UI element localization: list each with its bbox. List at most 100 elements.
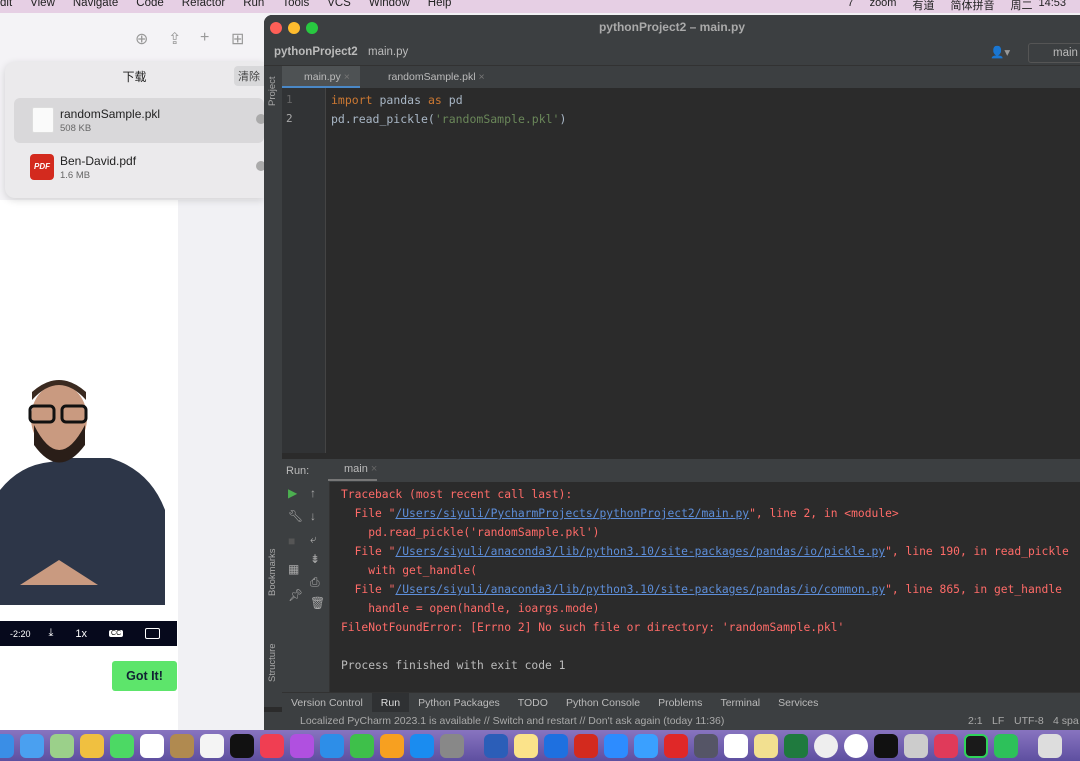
excel-icon[interactable] [784,733,808,758]
calendar-icon[interactable] [140,733,164,758]
menu-window[interactable]: Window [369,0,410,9]
new-tab-icon[interactable]: + [200,29,209,47]
downloads-icon[interactable]: ⊕ [135,29,148,49]
download-item[interactable]: randomSample.pkl 508 KB [14,98,266,143]
facetime-icon[interactable] [110,733,134,758]
keynote-icon[interactable] [320,733,344,758]
status-count[interactable]: 7 [847,0,853,13]
user-icon[interactable]: 👤▾ [990,45,1010,59]
notes-icon[interactable] [514,733,538,758]
stickies-icon[interactable] [754,733,778,758]
file-encoding[interactable]: UTF-8 [1014,712,1044,730]
clear-button[interactable]: 清除 [234,66,264,86]
pin-icon[interactable]: 📌︎ [288,588,303,602]
app-store-icon[interactable] [410,733,434,758]
breadcrumb-file[interactable]: main.py [368,46,408,58]
word-icon[interactable] [484,733,508,758]
app-icon[interactable] [844,733,868,758]
tv-icon[interactable] [230,733,254,758]
zoom-window-button[interactable] [306,22,318,34]
trash-icon[interactable] [1038,733,1062,758]
menu-refactor[interactable]: Refactor [182,0,225,9]
up-arrow-icon[interactable]: ↑ [310,486,316,500]
pdf-expert-icon[interactable] [574,733,598,758]
wrench-icon[interactable]: 🔧︎ [288,509,303,523]
youdao-status[interactable]: 有道 [912,0,934,13]
trash-icon[interactable]: 🗑︎ [310,596,325,610]
update-message[interactable]: Localized PyCharm 2023.1 is available //… [300,712,724,730]
down-arrow-icon[interactable]: ↓ [310,509,316,523]
tab-overview-icon[interactable]: ⊞ [231,29,244,49]
fullscreen-icon[interactable] [145,628,161,639]
tool-todo[interactable]: TODO [509,693,557,713]
stop-icon[interactable]: ■ [288,534,295,548]
zoom-status[interactable]: zoom [870,0,897,13]
file-link[interactable]: /Users/siyuli/anaconda3/lib/python3.10/s… [395,583,885,596]
file-link[interactable]: /Users/siyuli/anaconda3/lib/python3.10/s… [395,545,885,558]
app-icon[interactable] [934,733,958,758]
project-tool-button[interactable]: Project [267,76,278,106]
scroll-to-end-icon[interactable]: ⇟ [310,552,320,566]
reminders-icon[interactable] [200,733,224,758]
run-console[interactable]: Traceback (most recent call last): File … [341,485,1069,675]
photos-icon[interactable] [80,733,104,758]
menu-tools[interactable]: Tools [282,0,309,9]
code-editor[interactable]: import pandas as pd pd.read_pickle('rando… [331,91,566,129]
tool-python-packages[interactable]: Python Packages [409,693,509,713]
wechat-icon[interactable] [994,733,1018,758]
wps-icon[interactable] [724,733,748,758]
app-icon[interactable] [694,733,718,758]
numbers-icon[interactable] [350,733,374,758]
lark-icon[interactable] [544,733,568,758]
menu-code[interactable]: Code [136,0,164,9]
minimize-window-button[interactable] [288,22,300,34]
soft-wrap-icon[interactable]: ⤶ [310,532,317,547]
download-item[interactable]: PDF Ben-David.pdf 1.6 MB [14,145,266,190]
input-method[interactable]: 简体拼音 [950,0,994,13]
chrome-icon[interactable] [814,733,838,758]
spark-icon[interactable] [634,733,658,758]
got-it-button[interactable]: Got It! [112,661,177,691]
tool-terminal[interactable]: Terminal [711,693,769,713]
download-video-icon[interactable]: ⤓ [49,627,54,640]
pages-icon[interactable] [380,733,404,758]
tool-version-control[interactable]: Version Control [282,693,372,713]
menu-run[interactable]: Run [243,0,264,9]
terminal-icon[interactable] [874,733,898,758]
youdao-icon[interactable] [664,733,688,758]
tool-problems[interactable]: Problems [649,693,711,713]
structure-tool-button[interactable]: Structure [267,643,278,682]
cursor-position[interactable]: 2:1 [968,712,983,730]
menu-help[interactable]: Help [428,0,452,9]
preview-icon[interactable] [904,733,928,758]
maps-icon[interactable] [50,733,74,758]
tool-services[interactable]: Services [769,693,827,713]
run-config-selector[interactable]: main [1028,43,1080,63]
dock-app-icon[interactable] [0,733,14,758]
tool-python-console[interactable]: Python Console [557,693,649,713]
app-icon[interactable] [170,733,194,758]
line-separator[interactable]: LF [992,712,1004,730]
indent-setting[interactable]: 4 spa [1053,712,1079,730]
rerun-icon[interactable]: ▶ [288,486,297,500]
menu-edit[interactable]: dit [0,0,12,9]
menu-vcs[interactable]: VCS [327,0,351,9]
pycharm-icon[interactable] [964,733,988,758]
print-icon[interactable]: ⎙ [310,575,320,590]
bookmarks-tool-button[interactable]: Bookmarks [267,548,278,596]
layout-icon[interactable]: ▦ [288,562,299,576]
file-link[interactable]: /Users/siyuli/PycharmProjects/pythonProj… [395,507,749,520]
zoom-icon[interactable] [604,733,628,758]
speed-button[interactable]: 1x [75,628,87,640]
close-window-button[interactable] [270,22,282,34]
settings-icon[interactable] [440,733,464,758]
tab-main-py[interactable]: main.py × [282,66,360,88]
tab-randomsample-pkl[interactable]: randomSample.pkl × [366,66,485,88]
mail-icon[interactable] [20,733,44,758]
run-tab-main[interactable]: main × [328,459,378,481]
captions-button[interactable]: CC [109,630,124,637]
menu-navigate[interactable]: Navigate [73,0,118,9]
music-icon[interactable] [260,733,284,758]
menu-view[interactable]: View [30,0,55,9]
breadcrumb-project[interactable]: pythonProject2 [274,46,358,58]
